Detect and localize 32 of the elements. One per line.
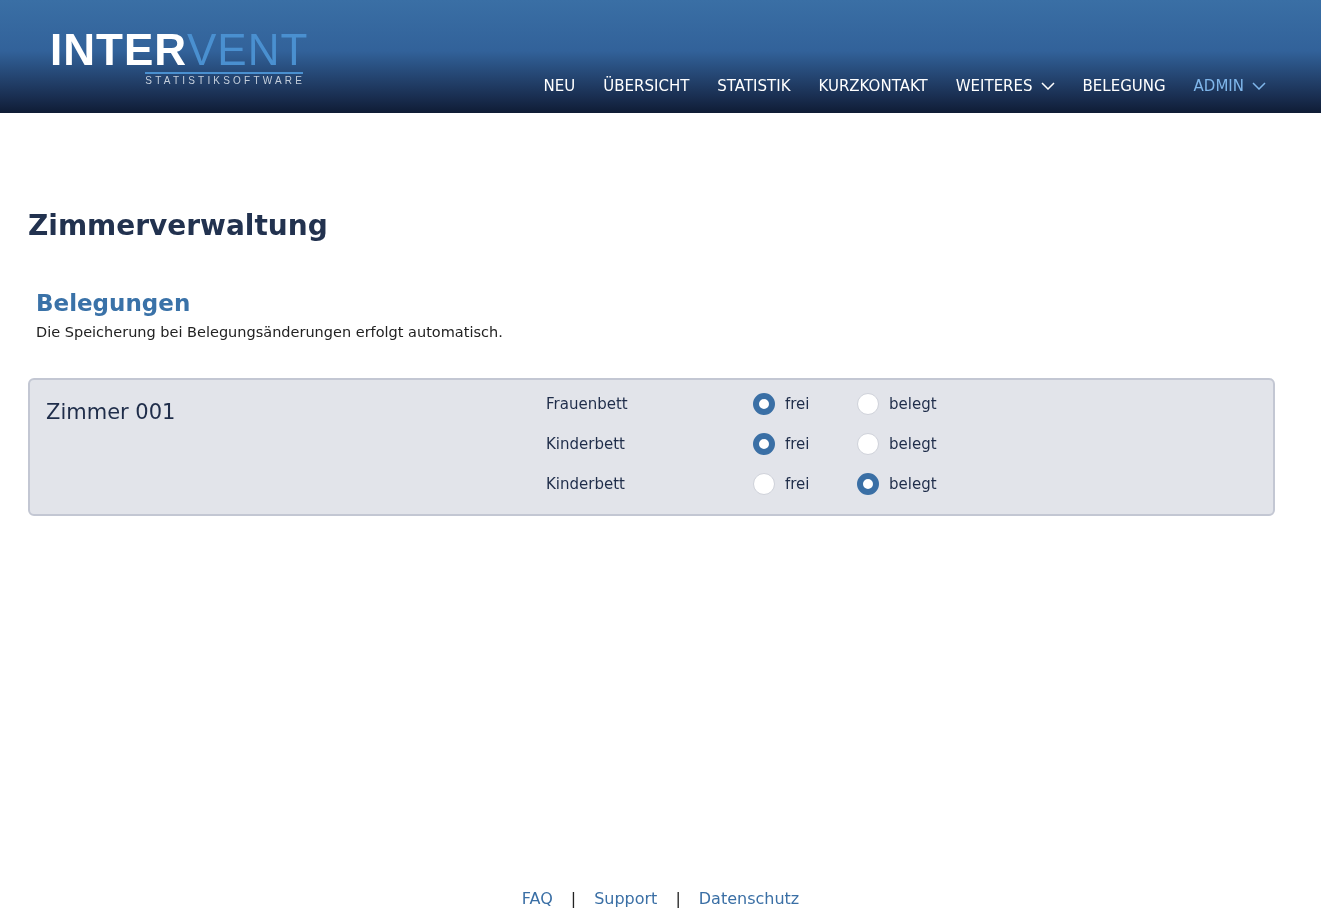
logo-tagline: STATISTIKSOFTWARE — [145, 72, 304, 86]
nav-item[interactable]: NEU — [543, 77, 576, 95]
separator-text: | — [570, 889, 577, 908]
radio-label: frei — [785, 395, 810, 413]
nav-item[interactable]: STATISTIK — [717, 77, 791, 95]
section-title: Belegungen — [36, 290, 192, 316]
footer-link[interactable]: Datenschutz — [698, 889, 800, 908]
page-title: Zimmerverwaltung — [28, 209, 329, 242]
info-text: Die Speicherung bei Belegungsänderungen erfolgt automatisch. — [36, 324, 504, 340]
bed-label: Kinderbett — [546, 435, 626, 453]
chevron-down-icon — [1040, 82, 1055, 90]
radio-label: frei — [785, 435, 810, 453]
nav-item[interactable]: ADMIN — [1193, 77, 1266, 95]
bed-label: Frauenbett — [546, 395, 629, 413]
chevron-down-icon — [1252, 82, 1266, 90]
radio-label: belegt — [889, 475, 937, 493]
nav-item[interactable]: WEITERES — [955, 77, 1055, 95]
bed-label: Kinderbett — [546, 475, 626, 493]
radio-button[interactable] — [857, 473, 879, 495]
nav-item[interactable]: KURZKONTAKT — [818, 77, 928, 95]
radio-button[interactable] — [753, 393, 775, 415]
separator-text: | — [675, 889, 681, 908]
logo-wordmark: INTERVENT — [50, 28, 309, 72]
radio-button[interactable] — [753, 433, 775, 455]
radio-label: belegt — [889, 395, 937, 413]
footer-link[interactable]: FAQ — [521, 889, 553, 908]
nav-item[interactable]: ÜBERSICHT — [603, 77, 690, 95]
nav-item[interactable]: BELEGUNG — [1082, 77, 1166, 95]
radio-label: belegt — [889, 435, 937, 453]
room-name: Zimmer 001 — [46, 399, 177, 426]
radio-label: frei — [785, 475, 810, 493]
footer-link[interactable]: Support — [594, 889, 658, 908]
